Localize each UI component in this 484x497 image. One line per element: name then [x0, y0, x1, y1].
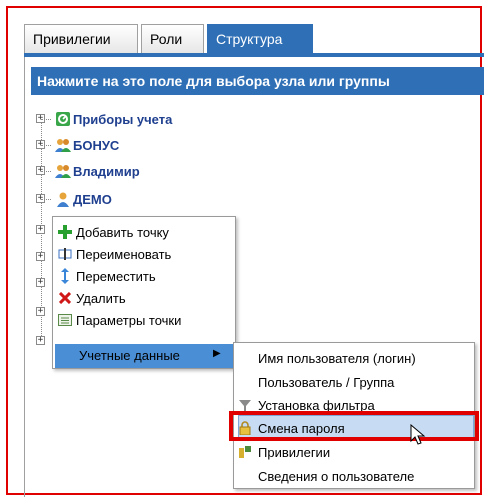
tree-node-label: Приборы учета	[73, 111, 173, 127]
menu-label: Параметры точки	[76, 312, 182, 328]
expand-toggle[interactable]: +	[36, 307, 45, 316]
tree-node-label: БОНУС	[73, 137, 120, 153]
move-arrows-icon	[57, 268, 73, 284]
submenu-user-group[interactable]: Пользователь / Группа	[258, 373, 394, 393]
tree-node-label: ДЕМО	[73, 191, 112, 207]
context-menu: Добавить точку Переименовать Переместить…	[52, 216, 236, 369]
tree-node-meters[interactable]: Приборы учета	[55, 110, 172, 128]
menu-move[interactable]: Переместить	[57, 265, 233, 287]
submenu-arrow-icon: ▶	[213, 348, 221, 359]
menu-label: Переместить	[76, 268, 156, 284]
tree-node-bonus[interactable]: БОНУС	[55, 136, 119, 154]
tab-privileges[interactable]: Привилегии	[24, 24, 138, 54]
green-plus-icon	[57, 224, 73, 240]
submenu-user-info[interactable]: Сведения о пользователе	[258, 467, 414, 487]
menu-label: Учетные данные	[79, 348, 180, 363]
settings-list-icon	[57, 312, 73, 328]
rename-icon	[57, 246, 73, 262]
menu-label: Добавить точку	[76, 224, 169, 240]
tab-structure[interactable]: Структура	[207, 24, 313, 54]
change-password-highlight-box	[229, 411, 479, 441]
submenu-privileges[interactable]: Привилегии	[258, 443, 330, 463]
menu-rename[interactable]: Переименовать	[57, 243, 233, 265]
user-icon	[55, 191, 71, 207]
menu-label: Переименовать	[76, 246, 172, 262]
group-users-icon	[55, 137, 71, 153]
expand-toggle[interactable]: +	[36, 225, 45, 234]
expand-toggle[interactable]: +	[36, 336, 45, 345]
tab-roles[interactable]: Роли	[141, 24, 204, 54]
tree-node-demo[interactable]: ДЕМО	[55, 190, 112, 208]
meter-icon	[55, 111, 71, 127]
tree-node-vladimir[interactable]: Владимир	[55, 162, 140, 180]
menu-add-point[interactable]: Добавить точку	[57, 221, 233, 243]
menu-credentials[interactable]: Учетные данные ▶	[55, 344, 233, 368]
menu-point-settings[interactable]: Параметры точки	[57, 309, 233, 331]
group-users-icon	[55, 163, 71, 179]
menu-delete[interactable]: Удалить	[57, 287, 233, 309]
node-selector-bar[interactable]: Нажмите на это поле для выбора узла или …	[31, 67, 484, 95]
mouse-cursor-icon	[410, 423, 426, 449]
expand-toggle[interactable]: +	[36, 278, 45, 287]
menu-label: Удалить	[76, 290, 126, 306]
tree-node-label: Владимир	[73, 163, 140, 179]
expand-toggle[interactable]: +	[36, 252, 45, 261]
submenu-login-name[interactable]: Имя пользователя (логин)	[258, 349, 416, 369]
red-x-icon	[57, 290, 73, 306]
privileges-icon	[238, 445, 252, 459]
